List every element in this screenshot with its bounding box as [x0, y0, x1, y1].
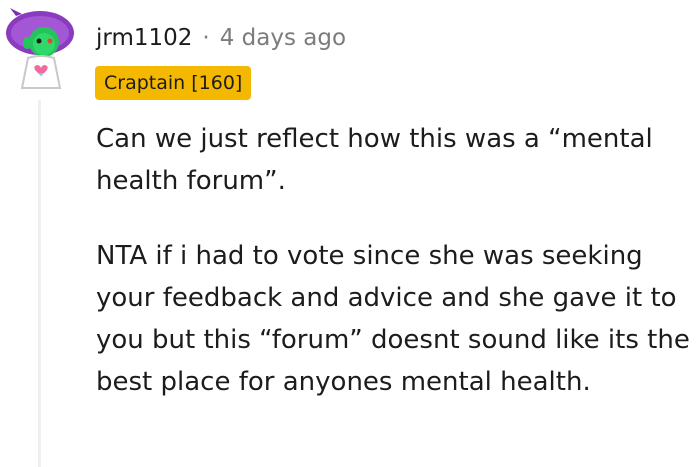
- meta-separator: ·: [202, 25, 210, 51]
- comment-paragraph: Can we just reflect how this was a “ment…: [96, 124, 653, 196]
- user-avatar[interactable]: [4, 6, 78, 90]
- username-link[interactable]: jrm1102: [96, 25, 192, 51]
- comment: jrm1102 · 4 days ago Craptain [160] Can …: [0, 0, 700, 467]
- thread-line[interactable]: [38, 100, 41, 467]
- comment-paragraph: NTA if i had to vote since she was seeki…: [96, 241, 690, 397]
- snoo-avatar-icon: [6, 8, 74, 89]
- comment-body: Can we just reflect how this was a “ment…: [96, 118, 696, 403]
- comment-meta: jrm1102 · 4 days ago: [96, 22, 346, 54]
- user-flair-badge[interactable]: Craptain [160]: [95, 66, 252, 100]
- timestamp[interactable]: 4 days ago: [220, 25, 346, 51]
